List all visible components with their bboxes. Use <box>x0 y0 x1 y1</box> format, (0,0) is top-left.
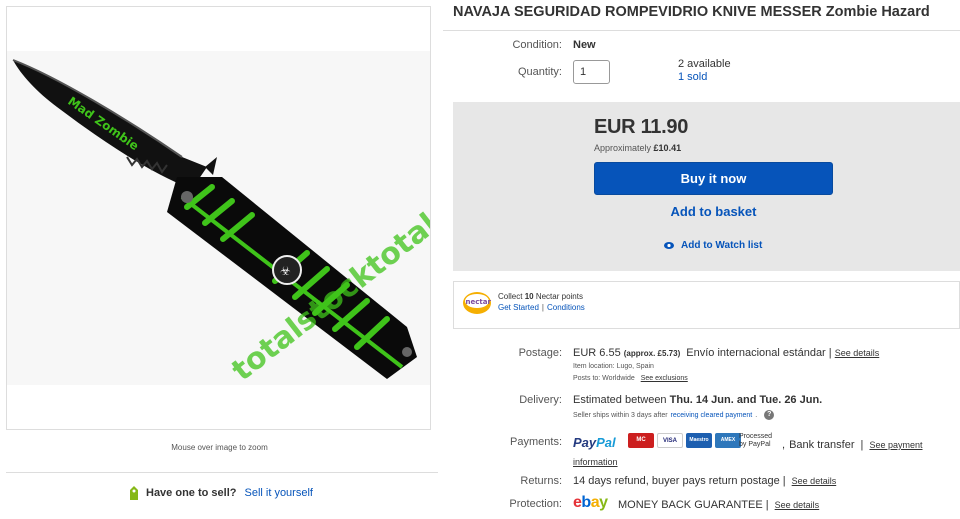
svg-text:☣: ☣ <box>280 264 291 278</box>
delivery-prefix: Estimated between <box>573 394 667 406</box>
returns-label: Returns: <box>520 475 562 487</box>
money-back-guarantee: MONEY BACK GUARANTEE <box>618 499 763 511</box>
delivery-dates: Thu. 14 Jun. and Tue. 26 Jun. <box>669 394 823 406</box>
payment-info-wrap: information <box>573 456 618 468</box>
item-location: Item location: Lugo, Spain <box>573 363 654 370</box>
nectar-logo-icon: nectar <box>463 292 492 314</box>
zoom-hint: Mouse over image to zoom <box>171 443 268 452</box>
processed-by-paypal: Processed by PayPal <box>739 433 772 449</box>
postage-label: Postage: <box>518 347 562 359</box>
condition-label: Condition: <box>512 39 562 51</box>
paypal-logo: PayPal <box>573 435 616 450</box>
posts-to: Posts to: Worldwide See exclusions <box>573 375 688 382</box>
ebay-letter-b: b <box>581 494 591 511</box>
postage-service: Envío internacional estándar <box>686 347 826 359</box>
buy-it-now-button[interactable]: Buy it now <box>594 162 833 195</box>
protection-line: MONEY BACK GUARANTEE | See details <box>618 499 819 511</box>
approx-value: £10.41 <box>653 143 682 153</box>
nectar-collect-suffix: Nectar points <box>535 292 583 301</box>
watch-label: Add to Watch list <box>681 240 763 251</box>
paypal-logo-part2: Pal <box>596 435 616 450</box>
dispatch-info: Seller ships within 3 days after receivi… <box>573 410 775 420</box>
divider <box>6 472 438 473</box>
delivery-label: Delivery: <box>519 394 562 406</box>
approx-price: Approximately £10.41 <box>594 143 681 153</box>
delivery-estimate: Estimated between Thu. 14 Jun. and Tue. … <box>573 394 822 406</box>
available-count: 2 available <box>678 58 731 70</box>
sell-question: Have one to sell? <box>146 487 237 499</box>
separator: | <box>828 347 832 359</box>
quantity-label: Quantity: <box>517 66 562 78</box>
see-payment-link[interactable]: See payment <box>869 440 922 450</box>
sell-it-yourself-link[interactable]: Sell it yourself <box>244 487 312 499</box>
see-exclusions-link[interactable]: See exclusions <box>641 375 688 382</box>
paypal-logo-part1: Pay <box>573 435 597 450</box>
sold-count-link[interactable]: 1 sold <box>678 71 707 83</box>
nectar-conditions-link[interactable]: Conditions <box>547 303 585 312</box>
approx-label: Approximately <box>594 143 652 153</box>
amex-icon: AMEX <box>715 433 741 448</box>
visa-icon: VISA <box>657 433 683 448</box>
knife-image: ☣ Mad Zombie totalstocktotal <box>7 51 430 388</box>
bank-transfer-text: Bank transfer <box>789 439 855 451</box>
protection-label: Protection: <box>509 498 562 510</box>
item-price: EUR 11.90 <box>594 116 689 138</box>
processed-line2: by PayPal <box>739 441 771 448</box>
divider <box>443 30 960 31</box>
condition-value: New <box>573 39 596 51</box>
returns-see-details-link[interactable]: See details <box>792 476 837 486</box>
postage-price: EUR 6.55 <box>573 347 621 359</box>
protection-see-details-link[interactable]: See details <box>775 500 820 510</box>
sell-prompt: Have one to sell? Sell it yourself <box>128 486 313 500</box>
eye-icon <box>664 242 674 249</box>
ebay-letter-y: y <box>599 494 608 511</box>
payments-label: Payments: <box>510 436 562 448</box>
nectar-points-value: 10 <box>524 292 534 301</box>
nectar-collect-text: Collect 10 Nectar points <box>498 292 583 301</box>
maestro-icon: Maestro <box>686 433 712 448</box>
separator: | <box>782 475 786 487</box>
separator: | <box>541 303 544 312</box>
postage-approx: (approx. £5.73) <box>623 349 681 358</box>
price-tag-icon <box>130 486 138 500</box>
payment-information-link[interactable]: information <box>573 457 618 467</box>
ebay-letter-a: a <box>590 494 600 511</box>
postage-see-details-link[interactable]: See details <box>835 348 880 358</box>
returns-text: 14 days refund, buyer pays return postag… <box>573 475 780 487</box>
nectar-get-started-link[interactable]: Get Started <box>498 303 539 312</box>
cleared-payment-link[interactable]: receiving cleared payment <box>671 412 753 419</box>
returns-line: 14 days refund, buyer pays return postag… <box>573 475 836 487</box>
postage-line: EUR 6.55 (approx. £5.73) Envío internaci… <box>573 347 879 359</box>
add-to-watch-list-link[interactable]: Add to Watch list <box>664 240 762 251</box>
info-icon[interactable]: ? <box>764 410 775 420</box>
separator: | <box>765 499 769 511</box>
nectar-links: Get Started | Conditions <box>498 303 585 312</box>
product-image-viewer[interactable]: ☣ Mad Zombie totalstocktotal <box>6 6 431 430</box>
add-to-basket-button[interactable]: Add to basket <box>594 204 833 219</box>
processed-line1: Processed <box>739 433 773 440</box>
ships-prefix: Seller ships within 3 days after <box>573 411 668 419</box>
ships-suffix: . <box>755 411 758 419</box>
card-logos: MC VISA Maestro AMEX <box>628 433 741 448</box>
posts-to-text: Posts to: Worldwide <box>573 375 635 382</box>
mastercard-icon: MC <box>628 433 654 448</box>
nectar-points-box: nectar Collect 10 Nectar points Get Star… <box>453 281 960 329</box>
separator: | <box>860 439 864 451</box>
nectar-collect-prefix: Collect <box>498 292 523 301</box>
nectar-logo-text: nectar <box>466 298 492 306</box>
item-title: NAVAJA SEGURIDAD ROMPEVIDRIO KNIVE MESSE… <box>453 4 930 20</box>
ebay-logo: ebay <box>573 494 608 512</box>
quantity-input[interactable]: 1 <box>573 60 610 84</box>
bank-transfer: , Bank transfer | See payment <box>782 439 923 451</box>
